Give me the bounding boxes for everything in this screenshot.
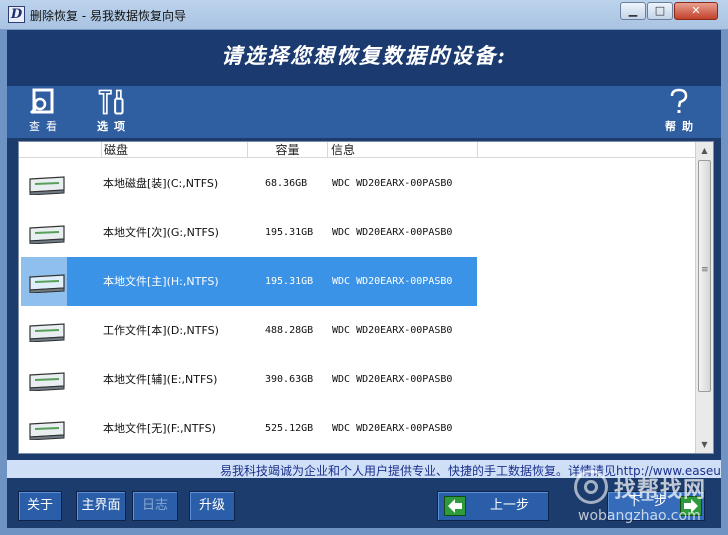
window-frame: 请选择您想恢复数据的设备: 查看 选项 帮助 磁盘 容量 信息 本地磁盘[装](… [0,30,728,535]
help-icon [670,88,688,113]
scroll-up-arrow[interactable]: ▲ [696,142,713,159]
view-icon [29,88,54,115]
window-title: 删除恢复 - 易我数据恢复向导 [30,9,186,23]
disk-icon-cell [21,257,67,306]
column-header-capacity[interactable]: 容量 [248,142,328,158]
app-icon: D [8,6,25,23]
minimize-button[interactable]: ▁ [620,2,646,20]
disk-info: WDC WD20EARX-00PASB0 [332,178,453,189]
arrow-left-icon [444,496,466,516]
disk-row[interactable]: 本地文件[主](H:,NTFS) 195.31GB WDC WD20EARX-00P… [19,257,695,306]
disk-name: 本地文件[无](F:,NTFS) [103,422,216,435]
status-bar: 易我科技竭诚为企业和个人用户提供专业、快捷的手工数据恢复。详情请见http://… [7,460,721,478]
disk-info: WDC WD20EARX-00PASB0 [332,325,453,336]
close-button[interactable]: ✕ [674,2,718,20]
scroll-down-arrow[interactable]: ▼ [696,436,713,453]
list-header: 磁盘 容量 信息 [19,142,695,158]
hard-disk-icon [29,421,65,440]
disk-row[interactable]: 工作文件[本](D:,NTFS) 488.28GB WDC WD20EARX-00P… [19,306,695,355]
disk-rows: 本地磁盘[装](C:,NTFS) 68.36GB WDC WD20EARX-00PA… [19,159,695,453]
maximize-button[interactable]: □ [647,2,673,20]
disk-name: 本地文件[主](H:,NTFS) [103,275,219,288]
hard-disk-icon [29,372,65,391]
disk-capacity: 525.12GB [265,423,314,434]
disk-list: 磁盘 容量 信息 本地磁盘[装](C:,NTFS) 68.36GB WDC WD20… [18,141,714,454]
disk-name: 本地文件[次](G:,NTFS) [103,226,219,239]
disk-icon-cell [21,306,67,355]
disk-capacity: 390.63GB [265,374,314,385]
disk-name: 本地文件[辅](E:,NTFS) [103,373,218,386]
title-bar: D 删除恢复 - 易我数据恢复向导 ▁ □ ✕ [0,0,728,30]
disk-icon-cell [21,404,67,453]
vertical-scrollbar[interactable]: ▲ ≡ ▼ [695,142,713,453]
page-title: 请选择您想恢复数据的设备: [221,43,507,68]
disk-icon-cell [21,159,67,208]
disk-capacity: 488.28GB [265,325,314,336]
disk-capacity: 68.36GB [265,178,308,189]
scroll-grip-icon: ≡ [701,265,709,275]
next-label: 下一步 [628,494,668,509]
help-label: 帮助 [665,120,699,133]
log-button[interactable]: 日志 [132,491,178,521]
status-text[interactable]: 易我科技竭诚为企业和个人用户提供专业、快捷的手工数据恢复。详情请见http://… [220,462,721,478]
previous-label: 上一步 [490,498,530,513]
upgrade-button[interactable]: 升级 [189,491,235,521]
button-bar: 关于 主界面 日志 升级 上一步 下一步 [7,478,721,528]
header-banner: 请选择您想恢复数据的设备: [7,30,721,86]
options-label: 选项 [97,120,131,133]
disk-capacity: 195.31GB [265,227,314,238]
hard-disk-icon [29,323,65,342]
options-button[interactable]: 选项 [89,88,133,134]
column-header-icon[interactable] [19,142,102,158]
toolbar: 查看 选项 帮助 [7,86,721,138]
disk-row[interactable]: 本地文件[次](G:,NTFS) 195.31GB WDC WD20EARX-00P… [19,208,695,257]
next-button[interactable]: 下一步 [607,491,705,521]
help-button[interactable]: 帮助 [657,88,701,134]
scroll-thumb[interactable]: ≡ [698,160,711,392]
main-screen-button[interactable]: 主界面 [76,491,126,521]
disk-icon-cell [21,208,67,257]
disk-capacity: 195.31GB [265,276,314,287]
disk-info: WDC WD20EARX-00PASB0 [332,276,453,287]
disk-info: WDC WD20EARX-00PASB0 [332,227,453,238]
tools-icon [98,89,124,115]
view-button[interactable]: 查看 [21,88,65,134]
disk-icon-cell [21,355,67,404]
hard-disk-icon [29,274,65,293]
view-label: 查看 [29,120,63,133]
disk-row[interactable]: 本地文件[无](F:,NTFS) 525.12GB WDC WD20EARX-00P… [19,404,695,453]
hard-disk-icon [29,225,65,244]
disk-info: WDC WD20EARX-00PASB0 [332,374,453,385]
column-header-info[interactable]: 信息 [328,142,478,158]
disk-info: WDC WD20EARX-00PASB0 [332,423,453,434]
arrow-right-icon [680,496,702,516]
disk-name: 本地磁盘[装](C:,NTFS) [103,177,219,190]
about-button[interactable]: 关于 [18,491,62,521]
hard-disk-icon [29,176,65,195]
wizard-panel: 请选择您想恢复数据的设备: 查看 选项 帮助 磁盘 容量 信息 本地磁盘[装](… [7,30,721,528]
disk-row[interactable]: 本地文件[辅](E:,NTFS) 390.63GB WDC WD20EARX-00P… [19,355,695,404]
disk-name: 工作文件[本](D:,NTFS) [103,324,219,337]
previous-button[interactable]: 上一步 [437,491,549,521]
disk-row[interactable]: 本地磁盘[装](C:,NTFS) 68.36GB WDC WD20EARX-00PA… [19,159,695,208]
column-header-disk[interactable]: 磁盘 [102,142,248,158]
